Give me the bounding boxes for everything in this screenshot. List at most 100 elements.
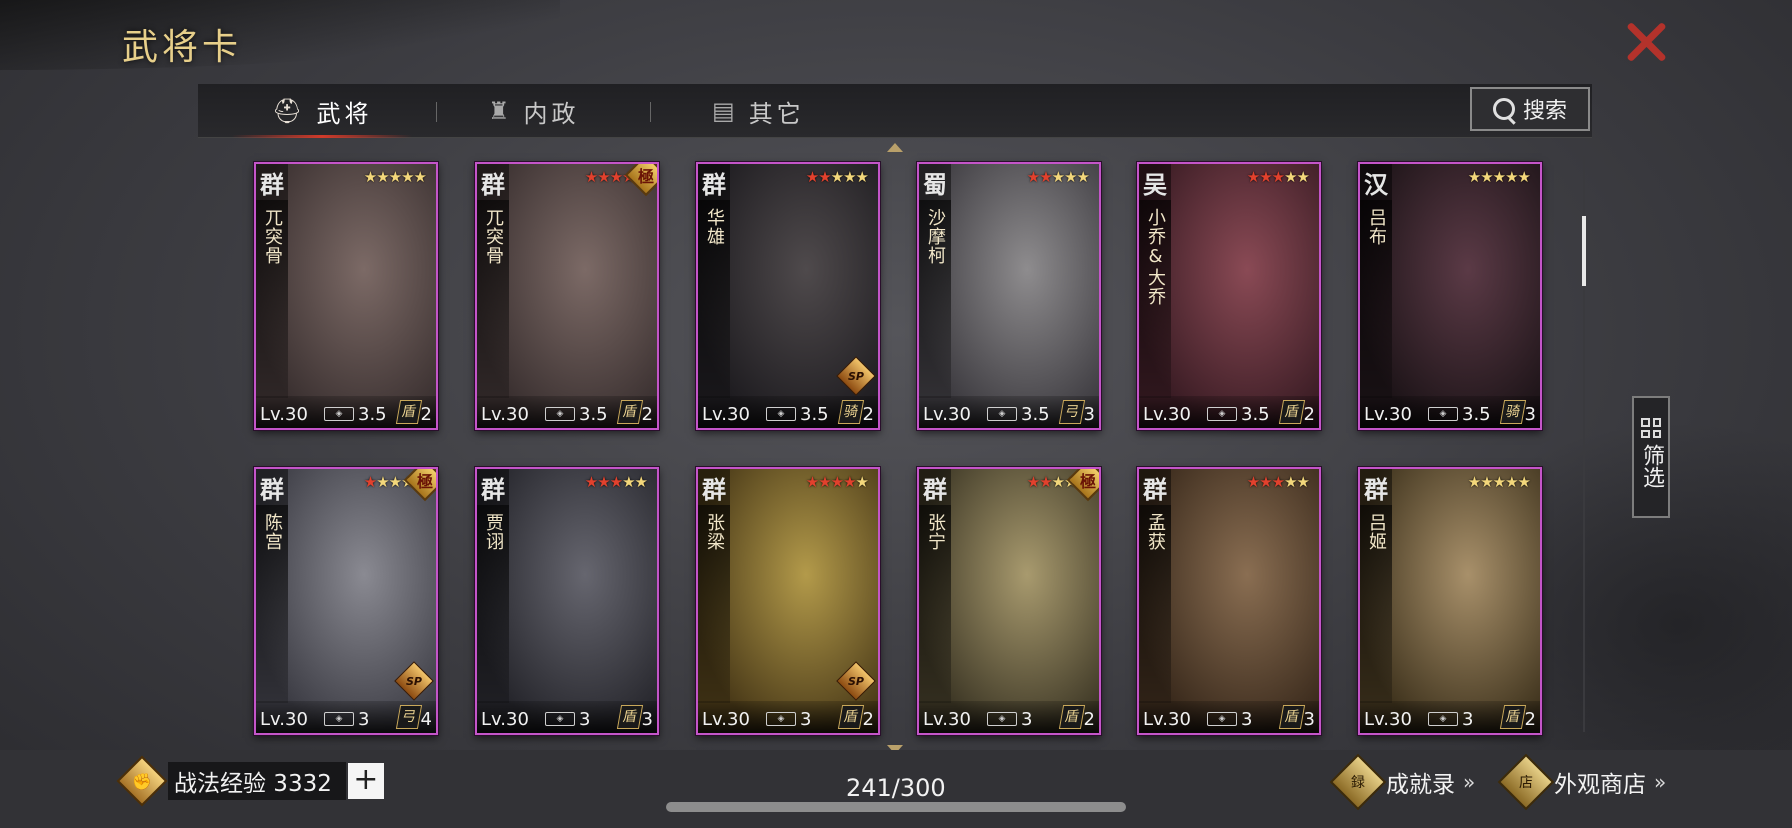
sp-badge-label: SP [848, 369, 864, 383]
star-rating: ★★★★★ [805, 473, 869, 491]
shop-label: 外观商店 [1554, 772, 1646, 798]
troop-type-count: 3 [1083, 404, 1095, 425]
star-icon: ★ [1284, 168, 1297, 186]
scrollbar-thumb[interactable] [1582, 216, 1586, 286]
add-exp-button[interactable]: + [347, 763, 384, 799]
general-card[interactable]: 汉吕布 ★★★★★ Lv.30 ◈ 3.5 骑 3 [1358, 162, 1542, 430]
general-name: 张梁 [704, 513, 725, 551]
star-icon: ★ [413, 168, 427, 186]
star-icon: ★ [1480, 473, 1493, 491]
star-icon: ★ [1296, 473, 1310, 491]
tab-generals[interactable]: ⛑ 武将 [231, 84, 414, 138]
cost-icon: ◈ [324, 407, 354, 421]
star-icon: ★ [363, 473, 377, 491]
tab-internal-affairs[interactable]: ♜ 内政 [488, 84, 580, 138]
star-icon: ★ [597, 168, 610, 186]
star-icon: ★ [843, 168, 856, 186]
general-card[interactable]: 群兀突骨 ★★★★★ Lv.30 ◈ 3.5 盾 2 [254, 162, 438, 430]
general-name: 兀突骨 [262, 208, 283, 265]
general-name: 兀突骨 [483, 208, 504, 265]
cost-icon: ◈ [1207, 712, 1237, 726]
star-icon: ★ [1064, 168, 1077, 186]
star-icon: ★ [1051, 473, 1065, 491]
star-rating: ★★★★★ [1468, 168, 1531, 186]
search-label: 搜索 [1522, 99, 1567, 124]
star-icon: ★ [1026, 168, 1040, 186]
page-title: 武将卡 [122, 27, 243, 68]
general-level: Lv.30 [1364, 709, 1412, 730]
general-card[interactable]: 群孟获 ★★★★★ Lv.30 ◈ 3 盾 3 [1137, 467, 1321, 735]
star-icon: ★ [1051, 168, 1065, 186]
search-button[interactable]: 搜索 [1470, 87, 1590, 131]
shield-icon: 盾 [1499, 705, 1527, 729]
general-card[interactable]: 吴小乔&大乔 ★★★★★ Lv.30 ◈ 3.5 盾 2 [1137, 162, 1321, 430]
pillar-icon: ♜ [488, 97, 514, 125]
general-cost: 3 [1241, 709, 1253, 730]
troop-type-count: 2 [420, 404, 432, 425]
bow-icon: 弓 [395, 705, 423, 729]
faction-label: 蜀 [919, 164, 951, 200]
general-card[interactable]: 群张宁★★★★★極Lv.30◈3盾2 [917, 467, 1101, 735]
star-icon: ★ [1259, 168, 1272, 186]
general-card[interactable]: 群吕姬 ★★★★★ Lv.30 ◈ 3 盾 2 [1358, 467, 1542, 735]
card-count: 241/300 [846, 774, 946, 802]
general-card[interactable]: 群贾诩 ★★★★★ Lv.30 ◈ 3 盾 3 [475, 467, 659, 735]
name-strip: 兀突骨 [256, 200, 288, 398]
general-level: Lv.30 [923, 404, 971, 425]
appearance-shop-button[interactable]: 店 外观商店 » [1497, 753, 1666, 811]
general-card[interactable]: 群华雄 ★★★★★ SP Lv.30 ◈ 3.5 骑 2 [696, 162, 880, 430]
general-name: 华雄 [704, 208, 725, 246]
star-icon: ★ [1039, 473, 1052, 491]
star-icon: ★ [1076, 168, 1090, 186]
troop-type-count: 3 [641, 709, 653, 730]
scroll-up-arrow-icon[interactable] [887, 143, 903, 152]
faction-label: 群 [477, 469, 509, 505]
star-icon: ★ [1026, 473, 1040, 491]
filter-button[interactable]: 筛选 [1632, 396, 1670, 518]
filter-label: 筛选 [1639, 444, 1664, 488]
star-icon: ★ [1517, 168, 1531, 186]
general-card[interactable]: 群兀突骨★★★★★極Lv.30◈3.5盾2 [475, 162, 659, 430]
star-icon: ★ [388, 168, 402, 186]
name-strip: 张梁 [698, 505, 730, 703]
star-rating: ★★★★★ [363, 168, 427, 186]
faction-label: 吴 [1139, 164, 1171, 200]
tab-bar: ⛑ 武将 ♜ 内政 ▤ 其它 [198, 84, 1592, 138]
achievements-button[interactable]: 録 成就录 » [1329, 753, 1475, 811]
general-level: Lv.30 [260, 404, 308, 425]
cost-icon: ◈ [545, 712, 575, 726]
filter-grid-icon [1641, 418, 1661, 438]
star-icon: ★ [818, 168, 831, 186]
general-card[interactable]: 群陈宫★★★★★極SPLv.30◈3弓4 [254, 467, 438, 735]
tab-label: 武将 [316, 99, 373, 128]
ji-badge-label: 極 [637, 167, 654, 186]
general-name: 张宁 [925, 513, 946, 551]
horizontal-scrollbar[interactable] [666, 802, 1126, 812]
bow-icon: 弓 [1058, 400, 1086, 424]
tab-others[interactable]: ▤ 其它 [712, 84, 805, 138]
general-cost: 3.5 [800, 404, 829, 425]
general-card[interactable]: 蜀沙摩柯 ★★★★★ Lv.30 ◈ 3.5 弓 3 [917, 162, 1101, 430]
troop-type-count: 2 [641, 404, 653, 425]
star-icon: ★ [1505, 473, 1518, 491]
close-icon[interactable] [1624, 20, 1668, 64]
cost-icon: ◈ [1207, 407, 1237, 421]
achievements-label: 成就录 [1386, 772, 1455, 798]
ink-branch-decoration [0, 0, 560, 70]
cost-icon: ◈ [1428, 407, 1458, 421]
name-strip: 沙摩柯 [919, 200, 951, 398]
star-icon: ★ [830, 473, 844, 491]
faction-label: 群 [477, 164, 509, 200]
achievement-badge-icon: 録 [1329, 753, 1387, 811]
general-cost: 3 [579, 709, 591, 730]
star-icon: ★ [584, 473, 598, 491]
general-level: Lv.30 [260, 709, 308, 730]
cost-icon: ◈ [987, 712, 1017, 726]
name-strip: 陈宫 [256, 505, 288, 703]
star-icon: ★ [376, 473, 389, 491]
troop-type-count: 2 [1083, 709, 1095, 730]
star-icon: ★ [363, 168, 377, 186]
general-card[interactable]: 群张梁 ★★★★★ SP Lv.30 ◈ 3 盾 2 [696, 467, 880, 735]
star-icon: ★ [805, 473, 819, 491]
tab-label: 其它 [748, 99, 805, 128]
